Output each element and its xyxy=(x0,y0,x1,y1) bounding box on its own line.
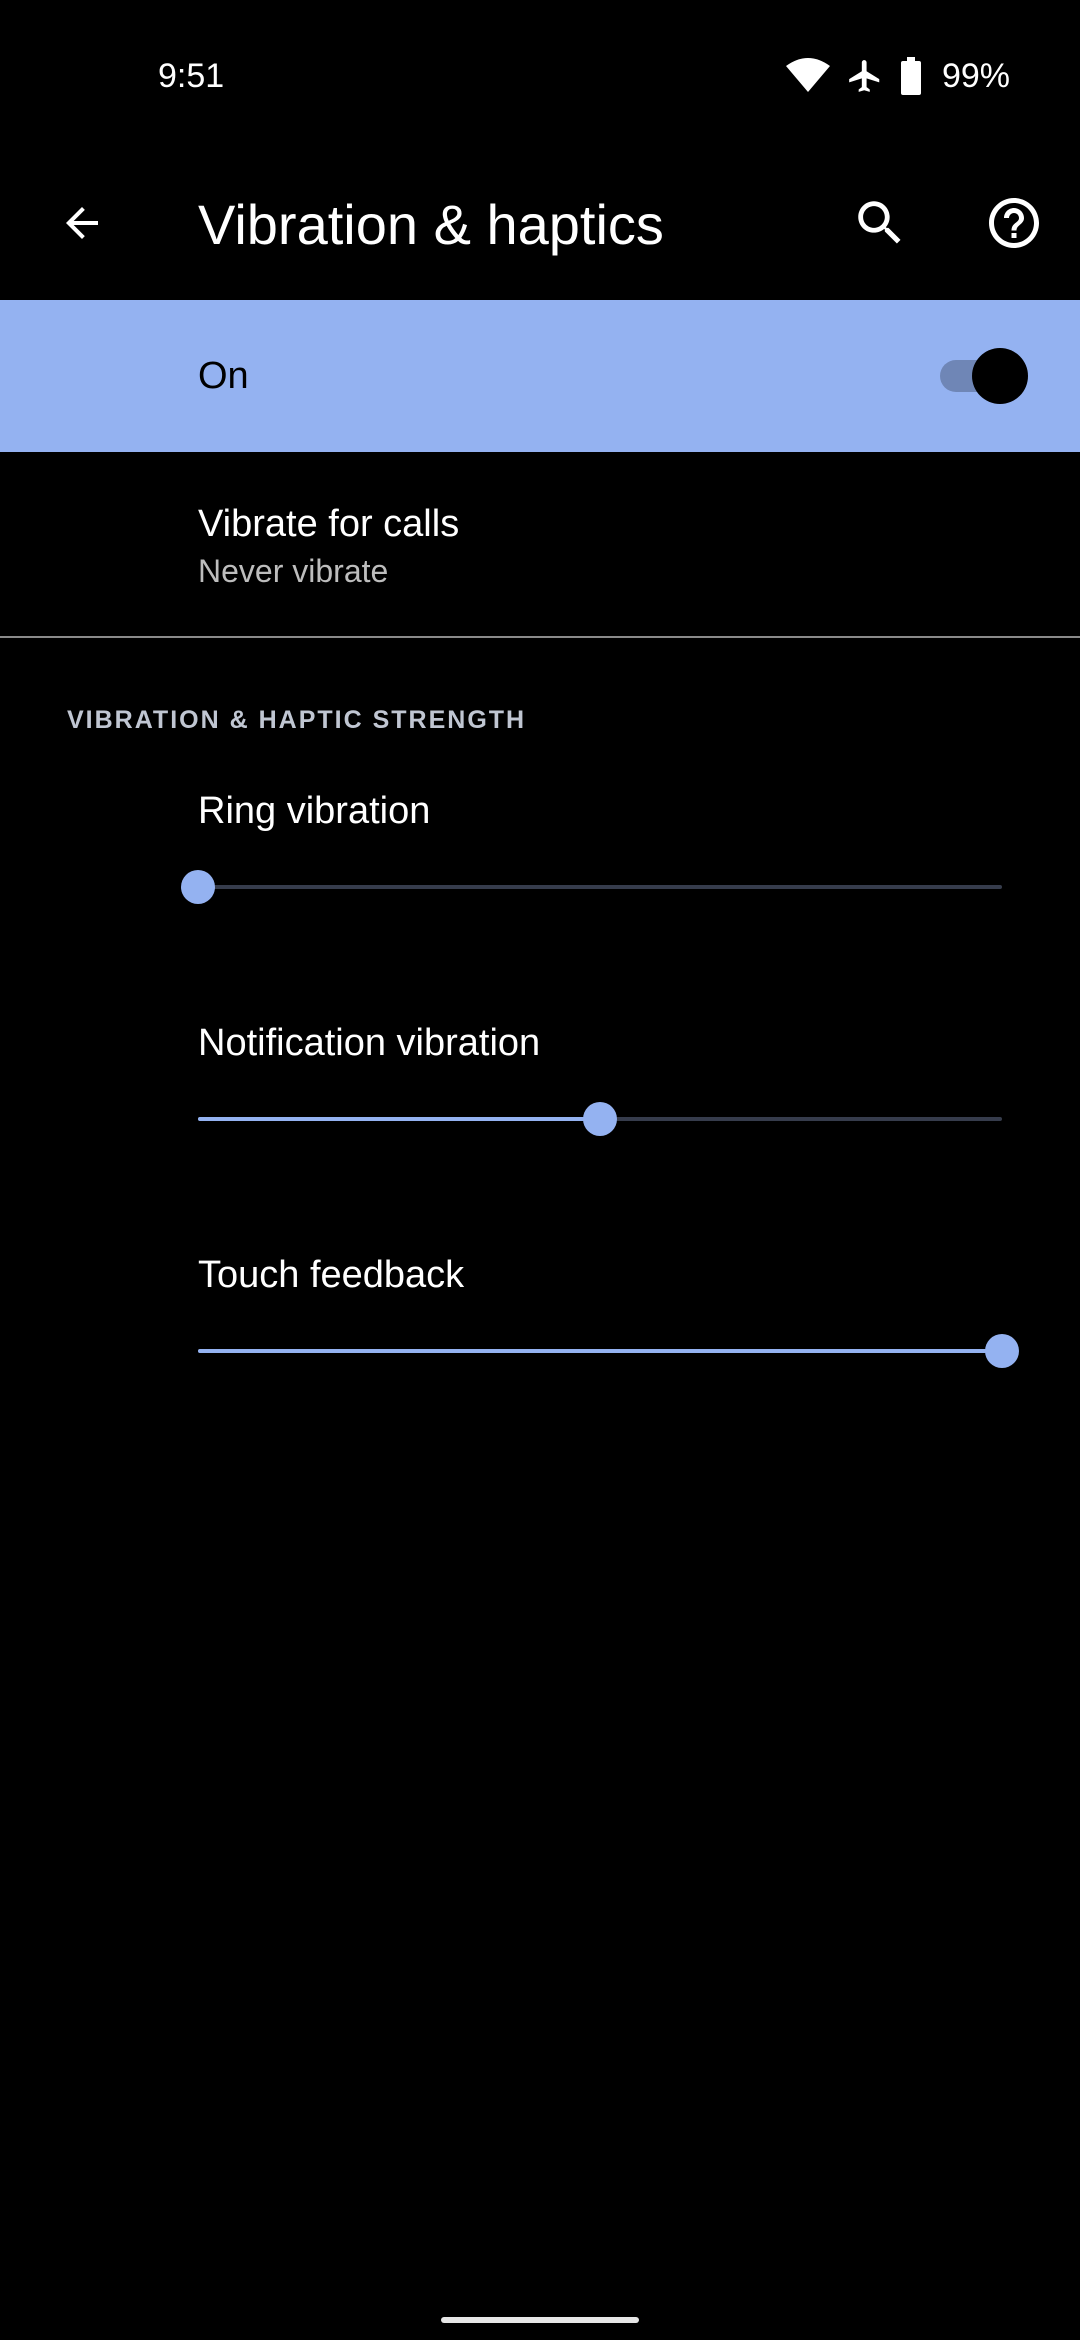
slider-track xyxy=(198,885,1002,889)
notification-vibration-label: Notification vibration xyxy=(198,1022,541,1064)
help-icon xyxy=(984,193,1044,258)
slider-thumb[interactable] xyxy=(583,1102,617,1136)
vibrate-for-calls-item[interactable]: Vibrate for calls Never vibrate xyxy=(0,452,1080,636)
divider xyxy=(0,636,1080,638)
airplane-icon xyxy=(846,57,884,95)
touch-feedback-setting: Touch feedback xyxy=(0,1251,1080,1483)
status-time: 9:51 xyxy=(158,57,225,95)
search-button[interactable] xyxy=(838,183,922,267)
back-button[interactable] xyxy=(40,183,124,267)
touch-feedback-label: Touch feedback xyxy=(198,1254,465,1296)
slider-fill xyxy=(198,1349,1002,1353)
vibrate-for-calls-title: Vibrate for calls xyxy=(198,503,460,545)
master-toggle-switch[interactable] xyxy=(936,346,1028,406)
section-header: VIBRATION & HAPTIC STRENGTH xyxy=(67,706,527,734)
battery-icon xyxy=(900,57,922,95)
notification-vibration-slider[interactable] xyxy=(198,1079,1002,1159)
gesture-nav-handle[interactable] xyxy=(441,2317,639,2323)
toggle-thumb xyxy=(972,348,1028,404)
vibrate-for-calls-summary: Never vibrate xyxy=(198,553,389,589)
app-bar: Vibration & haptics xyxy=(0,150,1080,300)
page-title: Vibration & haptics xyxy=(198,193,664,256)
slider-thumb[interactable] xyxy=(985,1334,1019,1368)
ring-vibration-slider[interactable] xyxy=(181,847,1002,927)
battery-percent: 99% xyxy=(941,57,1010,95)
touch-feedback-slider[interactable] xyxy=(198,1311,1019,1391)
ring-vibration-setting: Ring vibration xyxy=(0,787,1080,1019)
status-bar: 9:51 99% xyxy=(0,0,1080,150)
search-icon xyxy=(851,194,909,257)
slider-fill xyxy=(198,1117,600,1121)
master-switch-label: On xyxy=(198,355,249,397)
ring-vibration-label: Ring vibration xyxy=(198,790,431,832)
help-button[interactable] xyxy=(972,183,1056,267)
master-switch-bar[interactable]: On xyxy=(0,300,1080,452)
wifi-icon xyxy=(785,58,830,94)
slider-thumb[interactable] xyxy=(181,870,215,904)
status-icons: 99% xyxy=(785,52,1010,100)
arrow-back-icon xyxy=(58,199,106,252)
notification-vibration-setting: Notification vibration xyxy=(0,1019,1080,1251)
